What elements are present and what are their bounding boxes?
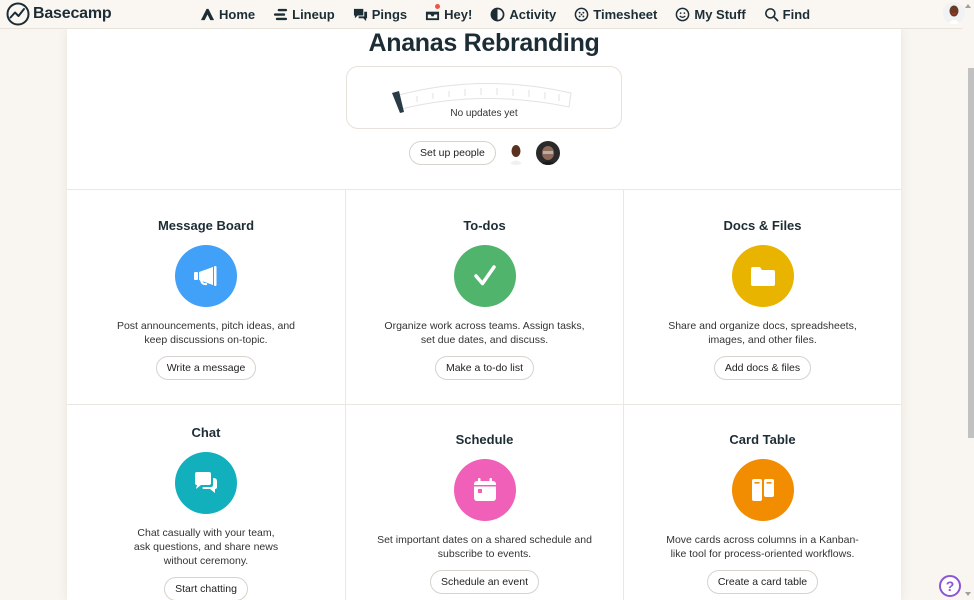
checkmark-icon — [473, 265, 496, 286]
nav-home[interactable]: Home — [200, 7, 255, 22]
pings-icon — [353, 8, 367, 22]
tool-message-board: Message Board Post announcements, pitch … — [67, 190, 345, 404]
tool-title[interactable]: Card Table — [624, 432, 901, 447]
help-button[interactable]: ? — [939, 575, 961, 597]
calendar-icon — [473, 478, 496, 501]
page-scrollbar[interactable] — [962, 0, 974, 600]
tool-icon-circle[interactable] — [731, 245, 794, 307]
hill-chart-status: No updates yet — [450, 108, 518, 119]
tool-title[interactable]: To-dos — [346, 218, 623, 233]
tool-icon-circle[interactable] — [175, 452, 237, 514]
create-card-table-button[interactable]: Create a card table — [706, 570, 819, 594]
tool-description: Chat casually with your team, ask questi… — [133, 527, 279, 567]
brand-name: Basecamp — [33, 5, 112, 22]
add-docs-files-button[interactable]: Add docs & files — [713, 356, 812, 380]
tool-icon-circle[interactable] — [731, 459, 794, 521]
nav-hey[interactable]: Hey! — [425, 3, 473, 22]
person-avatar-icon — [503, 141, 528, 165]
nav-find-label: Find — [782, 7, 811, 22]
scroll-down-arrow[interactable] — [965, 592, 971, 596]
scroll-up-arrow[interactable] — [965, 4, 971, 8]
nav-lineup-label: Lineup — [292, 7, 335, 22]
nav-activity-label: Activity — [509, 7, 557, 22]
lineup-icon — [274, 8, 288, 21]
tool-icon-circle[interactable] — [453, 459, 516, 521]
nav-timesheet[interactable]: Timesheet — [574, 7, 657, 22]
tool-description: Organize work across teams. Assign tasks… — [384, 320, 585, 346]
smiley-icon — [676, 7, 690, 22]
megaphone-icon — [194, 266, 217, 286]
schedule-event-button[interactable]: Schedule an event — [430, 570, 539, 594]
tool-title[interactable]: Schedule — [346, 432, 623, 447]
tool-icon-circle[interactable] — [175, 245, 237, 307]
tool-description: Share and organize docs, spreadsheets, i… — [668, 320, 857, 346]
tool-card-table: Card Table Move cards across columns in … — [623, 404, 901, 600]
tools-grid: Message Board Post announcements, pitch … — [67, 189, 901, 600]
nav-activity[interactable]: Activity — [490, 7, 556, 22]
tool-description: Move cards across columns in a Kanban-li… — [666, 534, 859, 560]
write-message-button[interactable]: Write a message — [155, 356, 257, 380]
person-avatar-icon — [535, 141, 560, 165]
person-avatar[interactable] — [503, 141, 528, 165]
tool-schedule: Schedule Set important dates on a shared… — [345, 404, 623, 600]
people-row: Set up people — [409, 140, 560, 166]
tool-title[interactable]: Docs & Files — [624, 218, 901, 233]
top-navigation: Basecamp Home Lineup Pings Hey! Activity… — [0, 0, 965, 29]
make-todo-list-button[interactable]: Make a to-do list — [434, 356, 535, 380]
current-user-avatar[interactable] — [943, 2, 965, 24]
project-page: Ananas Rebranding No updates yet Set up … — [67, 29, 901, 600]
scroll-thumb[interactable] — [968, 68, 974, 438]
tool-icon-circle[interactable] — [453, 245, 516, 307]
nav-timesheet-label: Timesheet — [593, 7, 658, 22]
tool-title[interactable]: Message Board — [67, 218, 345, 233]
tool-description: Set important dates on a shared schedule… — [377, 534, 592, 560]
set-up-people-button[interactable]: Set up people — [409, 141, 496, 165]
project-title: Ananas Rebranding — [368, 29, 600, 57]
basecamp-logo-icon — [6, 2, 30, 26]
nav-lineup[interactable]: Lineup — [273, 7, 335, 22]
nav-menu: Home Lineup Pings Hey! Activity Timeshee… — [200, 0, 828, 29]
card-table-icon — [751, 479, 774, 501]
home-icon — [200, 8, 215, 21]
tool-title[interactable]: Chat — [67, 425, 345, 440]
nav-hey-label: Hey! — [444, 7, 473, 22]
timesheet-icon — [574, 7, 589, 22]
search-icon — [764, 8, 779, 22]
tool-chat: Chat Chat casually with your team, ask q… — [67, 404, 345, 600]
nav-my-stuff-label: My Stuff — [694, 7, 746, 22]
hill-chart-card[interactable]: No updates yet — [346, 66, 622, 129]
brand-link[interactable]: Basecamp — [6, 2, 112, 26]
folder-icon — [750, 267, 775, 286]
tool-docs-files: Docs & Files Share and organize docs, sp… — [623, 190, 901, 404]
person-avatar[interactable] — [535, 141, 560, 165]
nav-find[interactable]: Find — [764, 7, 810, 22]
nav-pings[interactable]: Pings — [353, 7, 407, 22]
nav-pings-label: Pings — [371, 7, 408, 22]
chat-bubbles-icon — [195, 472, 217, 493]
nav-home-label: Home — [219, 7, 256, 22]
nav-my-stuff[interactable]: My Stuff — [675, 7, 746, 22]
start-chatting-button[interactable]: Start chatting — [164, 577, 248, 600]
tool-description: Post announcements, pitch ideas, and kee… — [116, 320, 296, 346]
activity-icon — [490, 7, 505, 22]
person-avatar-icon — [943, 2, 965, 24]
tool-todos: To-dos Organize work across teams. Assig… — [345, 190, 623, 404]
